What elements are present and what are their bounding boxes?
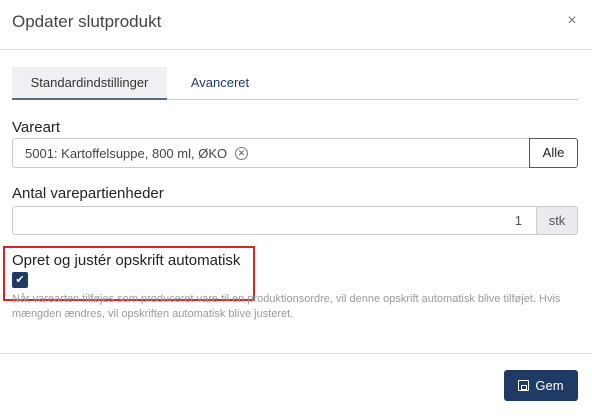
item-select-input[interactable]: 5001: Kartoffelsuppe, 800 ml, ØKO ✕ — [12, 138, 530, 168]
dialog-header: Opdater slutprodukt × — [0, 0, 592, 50]
dialog-title: Opdater slutprodukt — [12, 12, 162, 31]
auto-recipe-checkbox[interactable]: ✔ — [12, 272, 28, 288]
close-icon[interactable]: × — [566, 13, 578, 29]
auto-recipe-help-text: Når varearten tilføjes som produceret va… — [12, 293, 561, 320]
clear-icon[interactable]: ✕ — [235, 147, 248, 160]
item-select-value: 5001: Kartoffelsuppe, 800 ml, ØKO — [25, 146, 228, 161]
quantity-field-label: Antal varepartienheder — [12, 185, 164, 202]
save-button-label: Gem — [535, 378, 564, 393]
quantity-unit-addon: stk — [536, 206, 578, 235]
tab-advanced[interactable]: Avanceret — [180, 67, 260, 100]
save-button[interactable]: Gem — [504, 370, 578, 401]
tab-bar: Standardindstillinger Avanceret — [12, 67, 578, 100]
save-icon — [518, 380, 530, 391]
tab-standard-settings[interactable]: Standardindstillinger — [12, 67, 167, 100]
all-items-button[interactable]: Alle — [529, 138, 578, 168]
auto-recipe-label: Opret og justér opskrift automatisk — [12, 252, 241, 269]
quantity-input[interactable]: 1 — [12, 206, 536, 235]
item-field-label: Vareart — [12, 119, 61, 136]
